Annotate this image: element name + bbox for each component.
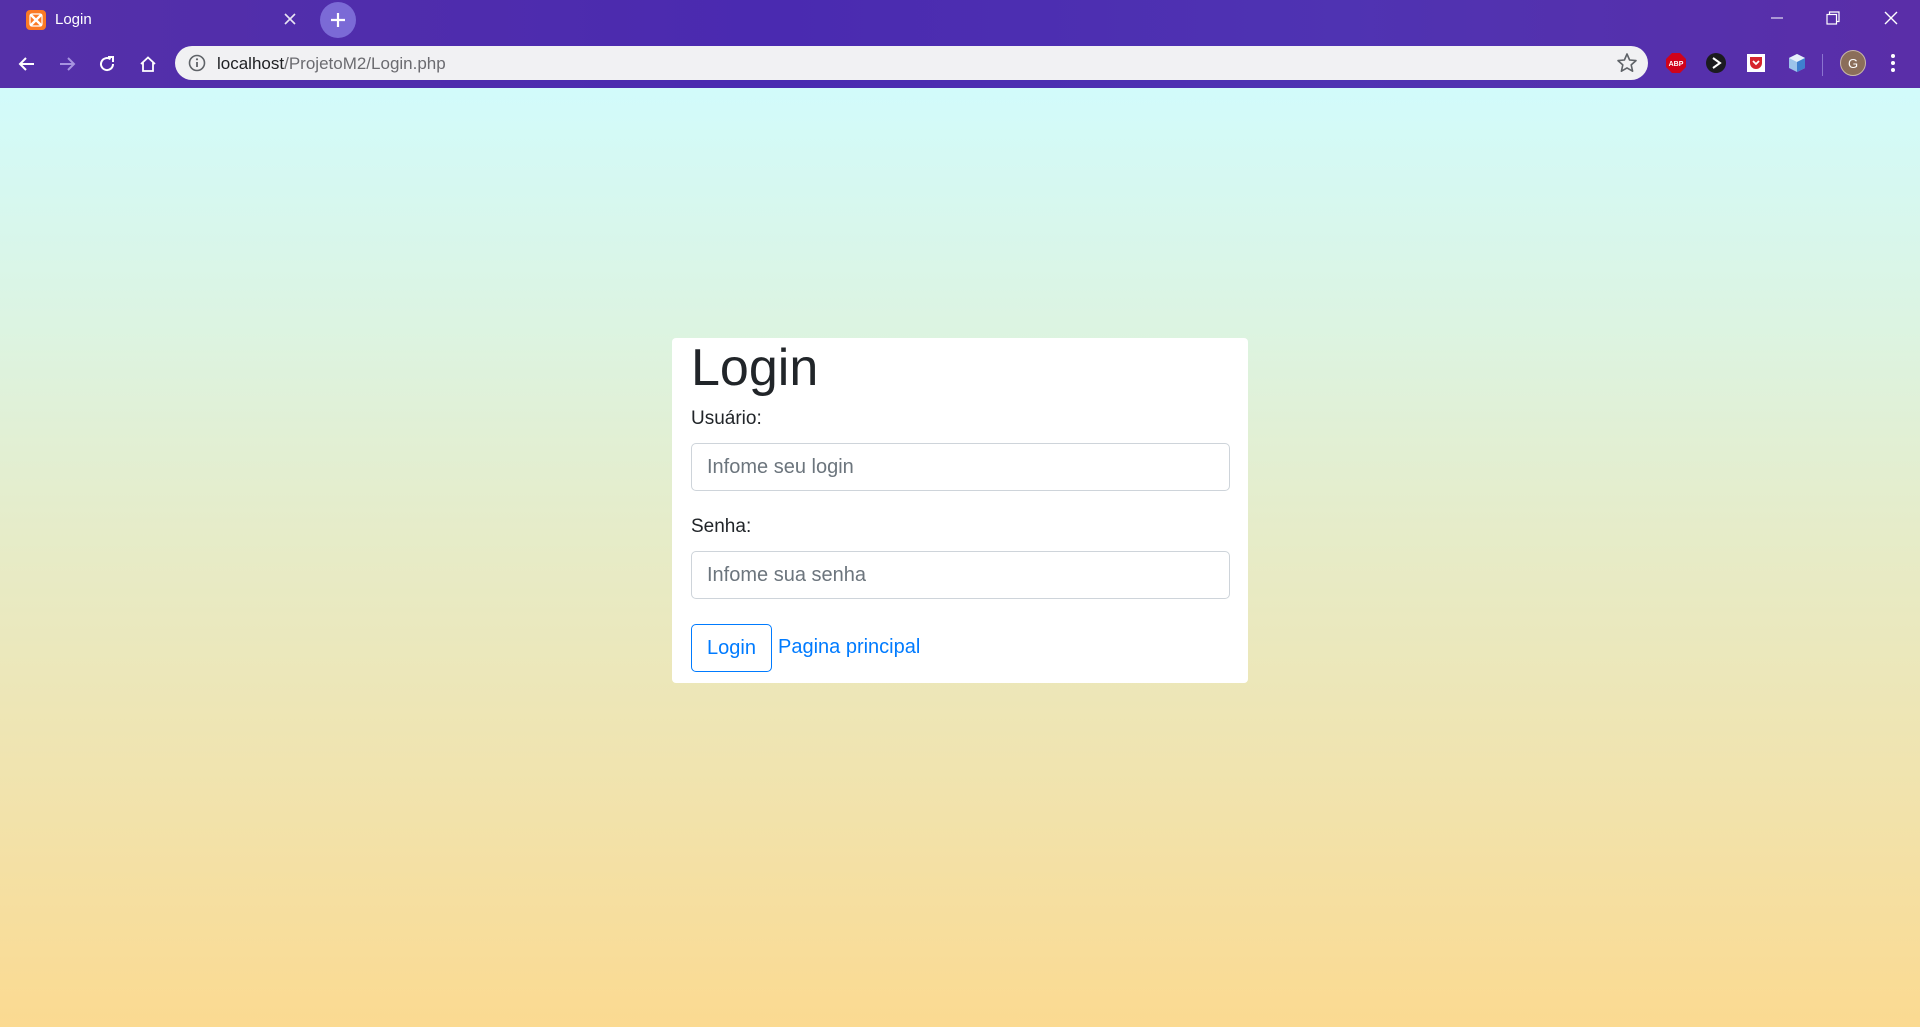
- username-label: Usuário:: [691, 408, 762, 429]
- password-input[interactable]: [691, 551, 1230, 599]
- login-button[interactable]: Login: [691, 624, 772, 672]
- reload-icon: [100, 56, 115, 72]
- close-icon: [1884, 11, 1898, 25]
- restore-icon: [1826, 11, 1840, 25]
- pocket-icon[interactable]: [1743, 50, 1769, 76]
- login-card: Login Usuário: Senha: Login Pagina princ…: [672, 338, 1248, 683]
- browser-menu-button[interactable]: [1880, 50, 1906, 76]
- home-icon: [140, 56, 156, 72]
- tab-title: Login: [55, 11, 92, 28]
- toolbar-separator: [1822, 54, 1823, 76]
- bookmark-star-icon[interactable]: [1616, 52, 1638, 74]
- page-title: Login: [691, 339, 819, 397]
- reload-button[interactable]: [92, 49, 122, 79]
- arrow-left-icon: [18, 57, 34, 71]
- xampp-favicon-icon: [26, 10, 46, 30]
- minimize-icon: [1771, 17, 1783, 19]
- password-label: Senha:: [691, 516, 752, 537]
- adblock-plus-icon[interactable]: ABP: [1663, 50, 1689, 76]
- tab-close-icon[interactable]: [280, 9, 300, 29]
- plus-icon: [331, 13, 345, 27]
- address-bar[interactable]: localhost/ProjetoM2/Login.php: [175, 46, 1648, 80]
- url-path: /ProjetoM2/Login.php: [284, 54, 446, 73]
- close-window-button[interactable]: [1868, 4, 1914, 32]
- svg-text:ABP: ABP: [1669, 61, 1684, 68]
- browser-chrome: Login localhost/ProjetoM2/Login.php ABP …: [0, 0, 1920, 88]
- new-tab-button[interactable]: [320, 2, 356, 38]
- info-icon[interactable]: [188, 54, 206, 72]
- home-button[interactable]: [133, 49, 163, 79]
- browser-tab[interactable]: Login: [10, 0, 310, 40]
- cube-extension-icon[interactable]: [1784, 50, 1810, 76]
- profile-avatar[interactable]: G: [1840, 50, 1866, 76]
- home-page-link[interactable]: Pagina principal: [778, 636, 920, 659]
- browser-toolbar: localhost/ProjetoM2/Login.php ABP G: [0, 42, 1920, 88]
- minimize-button[interactable]: [1754, 4, 1800, 32]
- restore-button[interactable]: [1810, 4, 1856, 32]
- url-text: localhost/ProjetoM2/Login.php: [217, 54, 446, 74]
- arrow-right-icon: [60, 57, 76, 71]
- forward-button[interactable]: [52, 49, 82, 79]
- username-input[interactable]: [691, 443, 1230, 491]
- page-viewport: Login Usuário: Senha: Login Pagina princ…: [0, 88, 1920, 1027]
- url-host: localhost: [217, 54, 285, 73]
- dark-mode-icon[interactable]: [1703, 50, 1729, 76]
- back-button[interactable]: [12, 49, 42, 79]
